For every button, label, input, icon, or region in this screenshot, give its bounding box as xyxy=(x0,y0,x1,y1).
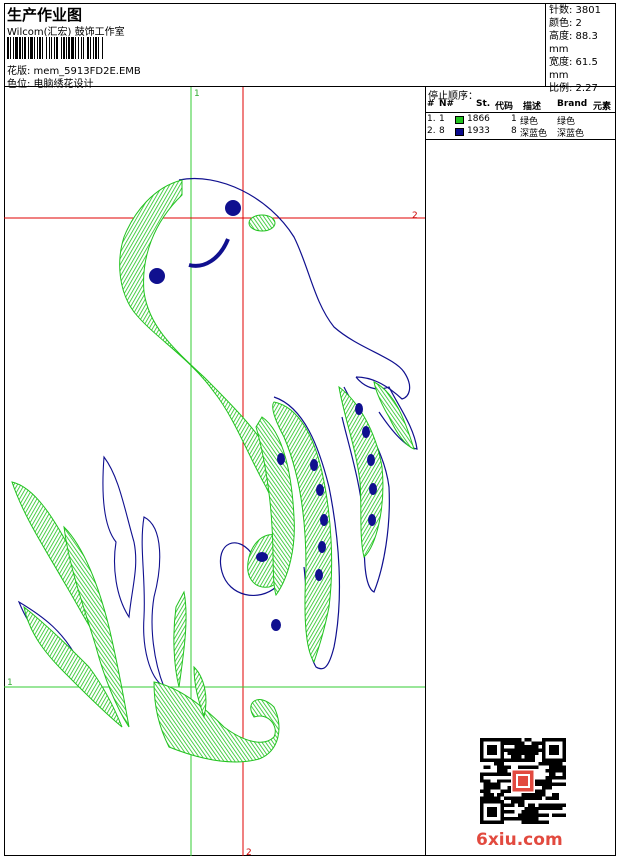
embroidery-canvas: 1 2 1 2 xyxy=(4,87,425,856)
guide-label-v2: 2 xyxy=(246,848,252,856)
site-watermark: 6xiu.com xyxy=(476,830,563,850)
row-desc: 深蓝色 xyxy=(520,129,548,139)
design-height: 高度: 88.3 mm xyxy=(549,31,598,55)
table-divider xyxy=(426,139,615,140)
guide-label-v1: 1 xyxy=(194,89,200,99)
col-st: St. xyxy=(476,99,491,109)
company-name: Wilcom(汇宏) 鼓饰工作室 xyxy=(7,27,125,38)
col-elem: 元素 xyxy=(593,102,612,112)
seaweed-fills xyxy=(11,481,280,763)
design-width: 宽度: 61.5 mm xyxy=(549,57,598,81)
row-brand: 深蓝色 xyxy=(557,129,585,139)
row-index: 2. xyxy=(427,126,436,136)
col-code: 代码 xyxy=(495,102,514,112)
row-index: 1. xyxy=(427,114,436,124)
col-hash: # xyxy=(427,99,435,109)
color-count: 颜色: 2 xyxy=(549,18,582,29)
barcode-image xyxy=(7,37,103,59)
row-code: 1933 xyxy=(467,126,490,136)
cheek-mark xyxy=(248,214,276,232)
col-desc: 描述 xyxy=(523,102,542,112)
row-code: 1866 xyxy=(467,114,490,124)
qr-code xyxy=(480,738,566,824)
octopus-body-fill xyxy=(119,179,293,588)
col-brand: Brand xyxy=(557,99,588,109)
col-no: N# xyxy=(439,99,455,109)
stop-row: 2. 8 1933 8 深蓝色 深蓝色 xyxy=(426,126,615,139)
row-st: 8 xyxy=(511,126,517,136)
stop-table-header: # N# St. 代码 描述 Brand 元素 xyxy=(426,99,615,113)
guide-label-h2: 2 xyxy=(412,211,418,221)
design-info-box: 针数: 3801 颜色: 2 高度: 88.3 mm 宽度: 61.5 mm 比… xyxy=(545,3,616,94)
thread-swatch-green xyxy=(455,116,464,124)
guide-label-h1: 1 xyxy=(7,678,13,688)
octopus-head-outline xyxy=(178,178,411,400)
row-no: 8 xyxy=(439,126,445,136)
thread-swatch-blue xyxy=(455,128,464,136)
row-st: 1 xyxy=(511,114,517,124)
stitch-count: 针数: 3801 xyxy=(549,5,601,16)
worksheet-title: 生产作业图 xyxy=(7,6,83,24)
worksheet-header: 生产作业图 Wilcom(汇宏) 鼓饰工作室 花版: mem_5913FD2E.… xyxy=(4,3,616,94)
row-no: 1 xyxy=(439,114,445,124)
